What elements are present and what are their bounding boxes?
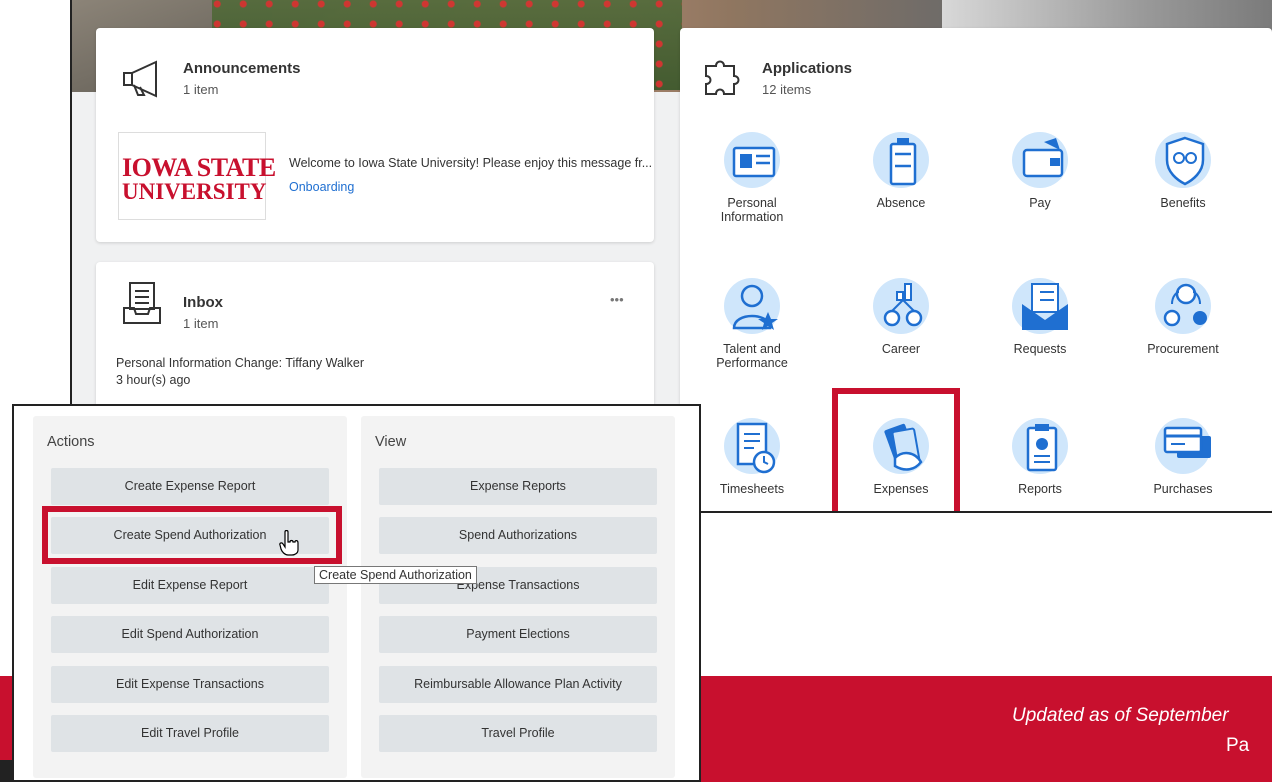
app-purchases[interactable]: Purchases bbox=[1128, 418, 1238, 496]
actions-title: Actions bbox=[47, 434, 95, 450]
expenses-worklet-overlay: Actions Create Expense Report Create Spe… bbox=[12, 404, 701, 782]
inbox-item-time: 3 hour(s) ago bbox=[116, 373, 191, 387]
expenses-highlight-box bbox=[832, 388, 960, 511]
person-star-icon bbox=[732, 284, 778, 330]
inbox-count: 1 item bbox=[183, 316, 219, 331]
envelope-list-icon bbox=[1022, 283, 1068, 330]
app-timesheets[interactable]: Timesheets bbox=[697, 418, 807, 496]
inbox-more-button[interactable]: ••• bbox=[610, 292, 624, 307]
credit-card-icon bbox=[1163, 426, 1211, 458]
app-career[interactable]: Career bbox=[846, 278, 956, 356]
spend-authorizations-button[interactable]: Spend Authorizations bbox=[379, 517, 657, 554]
edit-spend-authorization-button[interactable]: Edit Spend Authorization bbox=[51, 616, 329, 653]
app-absence[interactable]: Absence bbox=[846, 132, 956, 210]
announcements-title: Announcements bbox=[183, 60, 301, 77]
wallet-icon bbox=[1022, 138, 1064, 178]
inbox-card: Inbox 1 item ••• Personal Information Ch… bbox=[96, 262, 654, 422]
applications-count: 12 items bbox=[762, 82, 812, 97]
inbox-item-title[interactable]: Personal Information Change: Tiffany Wal… bbox=[116, 356, 364, 370]
view-panel: View Expense Reports Spend Authorization… bbox=[361, 416, 675, 778]
id-card-icon bbox=[732, 146, 776, 178]
view-title: View bbox=[375, 434, 407, 450]
shield-icon bbox=[1165, 136, 1205, 186]
isu-logo: IOWA STATE UNIVERSITY bbox=[118, 132, 276, 220]
clipboard-chart-icon bbox=[1026, 424, 1058, 472]
announcements-count: 1 item bbox=[183, 82, 219, 97]
app-requests[interactable]: Requests bbox=[985, 278, 1095, 356]
puzzle-icon bbox=[705, 60, 740, 95]
payment-elections-button[interactable]: Payment Elections bbox=[379, 616, 657, 653]
timesheet-clock-icon bbox=[736, 422, 776, 474]
inbox-tray-icon bbox=[123, 282, 161, 324]
applications-title: Applications bbox=[762, 60, 853, 77]
career-chart-icon bbox=[883, 283, 923, 327]
edit-expense-report-button[interactable]: Edit Expense Report bbox=[51, 567, 329, 604]
create-expense-report-button[interactable]: Create Expense Report bbox=[51, 468, 329, 505]
announcement-link-onboarding[interactable]: Onboarding bbox=[289, 180, 354, 194]
app-pay[interactable]: Pay bbox=[985, 132, 1095, 210]
procurement-icon bbox=[1163, 283, 1207, 327]
suitcase-icon bbox=[889, 138, 917, 186]
edit-expense-transactions-button[interactable]: Edit Expense Transactions bbox=[51, 666, 329, 703]
travel-profile-button[interactable]: Travel Profile bbox=[379, 715, 657, 752]
megaphone-icon bbox=[123, 60, 157, 98]
app-personal-information[interactable]: Personal Information bbox=[697, 132, 807, 224]
announcement-message[interactable]: Welcome to Iowa State University! Please… bbox=[289, 156, 652, 170]
footer-updated-text: Updated as of September bbox=[1012, 705, 1229, 726]
actions-panel: Actions Create Expense Report Create Spe… bbox=[33, 416, 347, 778]
applications-card: Applications 12 items Personal Informati… bbox=[680, 28, 1272, 511]
app-benefits[interactable]: Benefits bbox=[1128, 132, 1238, 210]
hand-cursor-icon bbox=[279, 530, 299, 556]
create-spend-authorization-tooltip: Create Spend Authorization bbox=[314, 566, 477, 584]
footer-page-text: Pa bbox=[1226, 735, 1250, 756]
expense-reports-button[interactable]: Expense Reports bbox=[379, 468, 657, 505]
reimbursable-allowance-plan-activity-button[interactable]: Reimbursable Allowance Plan Activity bbox=[379, 666, 657, 703]
edit-travel-profile-button[interactable]: Edit Travel Profile bbox=[51, 715, 329, 752]
app-reports[interactable]: Reports bbox=[985, 418, 1095, 496]
app-procurement[interactable]: Procurement bbox=[1128, 278, 1238, 356]
inbox-title: Inbox bbox=[183, 294, 223, 311]
app-talent-and-performance[interactable]: Talent and Performance bbox=[697, 278, 807, 370]
announcements-card: Announcements 1 item IOWA STATE UNIVERSI… bbox=[96, 28, 654, 242]
